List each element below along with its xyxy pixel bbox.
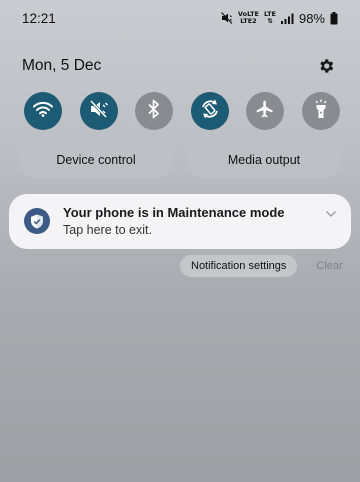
bluetooth-icon xyxy=(147,99,161,124)
sound-mode-toggle[interactable] xyxy=(79,92,118,130)
lte2-label: LTE2 xyxy=(240,17,257,25)
bluetooth-toggle[interactable] xyxy=(135,92,174,130)
volte-indicator: VoLTE LTE2 xyxy=(238,11,259,25)
battery-percent: 98% xyxy=(298,10,325,26)
flashlight-icon xyxy=(313,99,329,124)
date-label: Mon, 5 Dec xyxy=(22,57,102,74)
notification-body: Tap here to exit. xyxy=(63,223,152,237)
notification-actions: Notification settings Clear xyxy=(180,255,354,277)
chevron-down-icon[interactable] xyxy=(325,206,337,217)
notification-title: Your phone is in Maintenance mode xyxy=(63,205,285,220)
device-control-button[interactable]: Device control xyxy=(18,141,174,178)
wifi-toggle[interactable] xyxy=(24,92,62,130)
gear-icon[interactable] xyxy=(316,56,336,76)
mute-vibrate-icon xyxy=(89,99,109,123)
status-icons: VoLTE LTE2 LTE ⇅ 98% xyxy=(220,10,338,26)
airplane-mode-toggle[interactable] xyxy=(246,92,285,130)
data-arrows-icon: ⇅ xyxy=(267,17,273,25)
status-time: 12:21 xyxy=(22,10,56,26)
maintenance-mode-notification[interactable]: Your phone is in Maintenance mode Tap he… xyxy=(9,194,351,249)
header-row: Mon, 5 Dec xyxy=(0,52,360,80)
shield-icon xyxy=(24,208,50,234)
lte-indicator: LTE ⇅ xyxy=(264,11,276,25)
notification-settings-button[interactable]: Notification settings xyxy=(180,255,298,277)
signal-icon xyxy=(280,13,294,24)
wifi-icon xyxy=(33,101,53,122)
airplane-icon xyxy=(255,99,275,124)
control-pills: Device control Media output xyxy=(18,141,342,178)
mute-vibrate-status-icon xyxy=(220,12,233,24)
auto-rotate-toggle[interactable] xyxy=(190,92,229,130)
media-output-button[interactable]: Media output xyxy=(186,141,342,178)
clear-button[interactable]: Clear xyxy=(305,255,353,277)
status-bar: 12:21 VoLTE LTE2 LTE ⇅ 98% xyxy=(0,0,360,36)
battery-icon xyxy=(330,11,338,25)
auto-rotate-icon xyxy=(199,98,221,125)
flashlight-toggle[interactable] xyxy=(301,92,340,130)
quick-settings-row xyxy=(24,92,340,130)
